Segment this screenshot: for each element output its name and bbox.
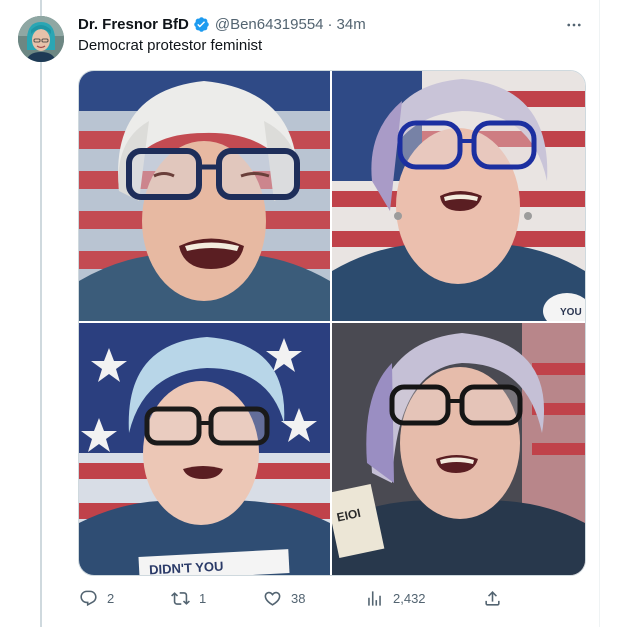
media-image-3[interactable]: DIDN'T YOU bbox=[79, 323, 330, 575]
sign-text-bottom-left: DIDN'T YOU bbox=[149, 559, 224, 575]
more-options-button[interactable] bbox=[560, 13, 588, 37]
avatar[interactable] bbox=[18, 16, 64, 62]
author-handle[interactable]: @Ben64319554 bbox=[215, 16, 324, 33]
verified-badge-icon bbox=[193, 16, 210, 33]
more-icon bbox=[567, 23, 581, 27]
sign-text-top-right: YOU bbox=[560, 307, 582, 318]
like-icon bbox=[262, 588, 282, 608]
author-name[interactable]: Dr. Fresnor BfD bbox=[78, 16, 189, 33]
separator-dot: · bbox=[327, 15, 333, 33]
thread-connector-line bbox=[40, 0, 42, 627]
retweet-icon bbox=[170, 588, 190, 608]
views-button[interactable]: 2,432 bbox=[364, 584, 426, 612]
tweet-timestamp[interactable]: 34m bbox=[337, 16, 366, 33]
timeline-border bbox=[599, 0, 600, 627]
avatar-image bbox=[18, 16, 64, 62]
retweet-count: 1 bbox=[199, 590, 207, 606]
tweet-text: Democrat protestor feminist bbox=[78, 37, 263, 54]
media-image-2[interactable]: YOU bbox=[332, 71, 585, 321]
tweet-header: Dr. Fresnor BfD @Ben64319554 · 34m bbox=[78, 14, 366, 34]
tweet-action-bar: 2 1 38 2,432 bbox=[70, 584, 590, 612]
views-icon bbox=[364, 588, 384, 608]
media-image-1[interactable] bbox=[79, 71, 330, 321]
views-count: 2,432 bbox=[393, 590, 426, 606]
reply-count: 2 bbox=[107, 590, 115, 606]
retweet-button[interactable]: 1 bbox=[170, 584, 206, 612]
share-icon bbox=[482, 588, 502, 608]
media-grid[interactable]: YOU DIDN'T YOU EIOI bbox=[78, 70, 586, 576]
share-button[interactable] bbox=[482, 584, 502, 612]
like-count: 38 bbox=[291, 590, 306, 606]
like-button[interactable]: 38 bbox=[262, 584, 305, 612]
reply-icon bbox=[78, 588, 98, 608]
media-image-4[interactable]: EIOI bbox=[332, 323, 585, 575]
reply-button[interactable]: 2 bbox=[78, 584, 114, 612]
